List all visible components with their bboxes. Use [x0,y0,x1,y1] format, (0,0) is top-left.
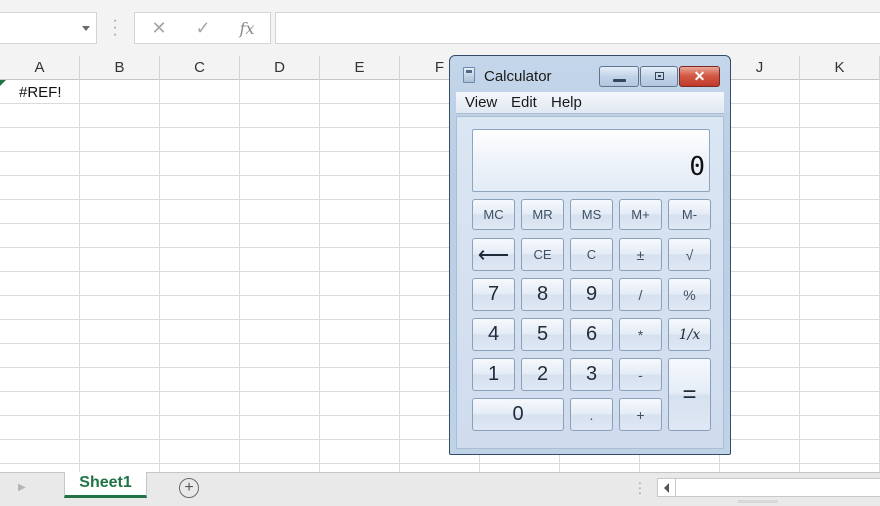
digit-7-button[interactable]: 7 [472,278,515,311]
calculator-body: 0 MC MR MS M+ M- ⟵ CE C ± √ 7 8 9 / % 4 … [456,116,724,449]
menu-edit[interactable]: Edit [511,94,537,111]
reciprocal-button[interactable]: 1/x [668,318,711,351]
maximize-icon [655,72,664,80]
calculator-menubar: View Edit Help [456,92,724,114]
column-header-b[interactable]: B [80,56,160,80]
error-indicator-icon [0,80,6,86]
name-box[interactable] [0,12,97,44]
digit-4-button[interactable]: 4 [472,318,515,351]
column-headers: A B C D E F G H I J K [0,56,880,80]
close-button[interactable]: ✕ [679,66,720,87]
calculator-window: Calculator ✕ View Edit Help 0 MC MR MS M… [449,55,731,455]
formula-bar: · · · ✕ ✓ fx [0,0,880,56]
square-root-button[interactable]: √ [668,238,711,271]
column-header-e[interactable]: E [320,56,400,80]
chevron-down-icon[interactable] [82,26,90,31]
minimize-button[interactable] [599,66,639,87]
digit-1-button[interactable]: 1 [472,358,515,391]
column-header-k[interactable]: K [800,56,880,80]
percent-button[interactable]: % [668,278,711,311]
desktop-screen: ··· ✕ ✓ fx A B C D E F G H I J K [0,0,880,506]
maximize-button[interactable] [640,66,678,87]
multiply-button[interactable]: * [619,318,662,351]
scrollbar-thumb[interactable] [738,500,778,503]
tab-splitter-handle[interactable]: · · · [637,475,643,499]
sheet-tab-sheet1[interactable]: Sheet1 [64,472,147,498]
column-header-j[interactable]: J [720,56,800,80]
column-header-d[interactable]: D [240,56,320,80]
mc-button[interactable]: MC [472,199,515,230]
minus-button[interactable]: - [619,358,662,391]
menu-help[interactable]: Help [551,94,582,111]
formula-bar-splitter[interactable]: · · · [112,13,118,43]
cell-grid[interactable] [0,80,880,472]
equals-button[interactable]: = [668,358,711,431]
digit-5-button[interactable]: 5 [521,318,564,351]
digit-3-button[interactable]: 3 [570,358,613,391]
menu-view[interactable]: View [465,94,497,111]
column-header-c[interactable]: C [160,56,240,80]
sign-toggle-button[interactable]: ± [619,238,662,271]
calculator-app-icon [463,67,475,83]
digit-8-button[interactable]: 8 [521,278,564,311]
m-minus-button[interactable]: M- [668,199,711,230]
calculator-title: Calculator [484,68,552,85]
display-value: 0 [689,152,705,182]
backspace-button[interactable]: ⟵ [472,238,515,271]
new-sheet-button[interactable]: + [179,478,199,498]
formula-buttons: ✕ ✓ fx [134,12,271,44]
ce-button[interactable]: CE [521,238,564,271]
digit-2-button[interactable]: 2 [521,358,564,391]
m-plus-button[interactable]: M+ [619,199,662,230]
insert-function-button[interactable]: fx [227,13,267,43]
tab-scroll-right-icon[interactable]: ▶ [18,482,28,494]
formula-input[interactable] [275,12,880,44]
digit-9-button[interactable]: 9 [570,278,613,311]
enter-icon[interactable]: ✓ [183,13,223,43]
digit-6-button[interactable]: 6 [570,318,613,351]
close-icon: ✕ [693,68,706,84]
plus-button[interactable]: + [619,398,662,431]
sheet-tab-bar: ▶ Sheet1 + · · · [0,472,880,506]
calculator-titlebar[interactable]: Calculator ✕ [450,56,730,90]
clear-button[interactable]: C [570,238,613,271]
horizontal-scrollbar[interactable] [657,478,880,497]
divide-button[interactable]: / [619,278,662,311]
mr-button[interactable]: MR [521,199,564,230]
scroll-left-icon[interactable] [658,479,676,496]
cell-a1[interactable]: #REF! [19,84,62,102]
decimal-button[interactable]: . [570,398,613,431]
ms-button[interactable]: MS [570,199,613,230]
column-header-a[interactable]: A [0,56,80,80]
cancel-icon[interactable]: ✕ [139,13,179,43]
digit-0-button[interactable]: 0 [472,398,564,431]
calculator-display: 0 [472,129,710,192]
minimize-icon [613,79,626,82]
